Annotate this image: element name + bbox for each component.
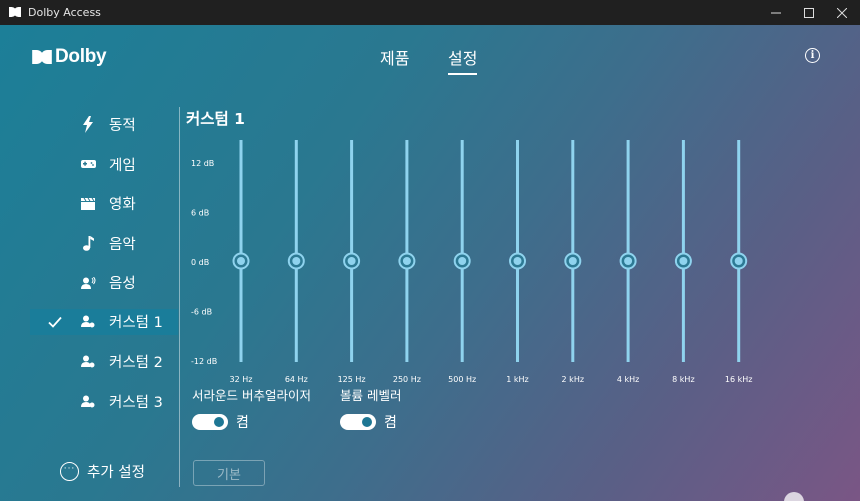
eq-slider-thumb-dot (347, 257, 356, 265)
eq-slider-thumb-dot (458, 257, 467, 265)
custom-profile-icon (80, 393, 96, 409)
eq-slider-thumb-dot (513, 257, 522, 265)
eq-frequency-label: 32 Hz (230, 375, 253, 384)
eq-frequency-label: 8 kHz (672, 375, 694, 384)
close-icon (837, 7, 847, 18)
brand-logo: Dolby (32, 46, 107, 68)
db-tick-label: 0 dB (191, 258, 209, 267)
music-note-icon (80, 235, 96, 251)
custom-profile-icon (80, 314, 96, 330)
eq-slider-thumb-dot (568, 257, 577, 265)
toggle-knob (362, 417, 372, 427)
sidebar-item-label: 게임 (109, 157, 136, 174)
sidebar-item-movie[interactable]: 영화 (30, 184, 178, 224)
eq-slider-thumb-dot (734, 257, 743, 265)
lightning-icon (80, 116, 96, 134)
volume-leveler-label: 볼륨 레벨러 (340, 388, 402, 403)
sidebar-item-label: 음악 (109, 236, 136, 253)
volume-leveler-toggle[interactable] (340, 414, 376, 430)
sidebar-item-label: 동적 (109, 118, 136, 135)
eq-frequency-label: 125 Hz (338, 375, 366, 384)
db-tick-label: 6 dB (191, 209, 209, 218)
maximize-icon (804, 7, 814, 18)
info-button[interactable]: i (805, 48, 820, 63)
eq-slider-thumb-dot (679, 257, 688, 265)
eq-frequency-label: 16 kHz (725, 375, 753, 384)
more-icon: ··· (60, 462, 79, 481)
volume-leveler-state: 켬 (384, 415, 397, 431)
voice-icon (80, 275, 96, 291)
eq-frequency-label: 64 Hz (285, 375, 308, 384)
surround-virtualizer-toggle[interactable] (192, 414, 228, 430)
eq-frequency-label: 250 Hz (393, 375, 421, 384)
sidebar-nav: 동적 게임 영화 음악 음성 커스텀 1 커스텀 2 커스텀 3 (30, 105, 178, 421)
info-icon: i (810, 50, 815, 61)
surround-virtualizer-label: 서라운드 버추얼라이저 (192, 388, 311, 403)
corner-button[interactable] (784, 492, 804, 501)
sidebar-item-label: 음성 (109, 276, 136, 293)
minimize-icon (771, 12, 781, 13)
reset-default-button[interactable]: 기본 (193, 460, 265, 486)
sidebar-item-voice[interactable]: 음성 (30, 263, 178, 303)
sidebar-item-dynamic[interactable]: 동적 (30, 105, 178, 145)
eq-slider-thumb-dot (624, 257, 633, 265)
eq-frequency-label: 2 kHz (562, 375, 584, 384)
equalizer-title: 커스텀 1 (186, 110, 245, 128)
maximize-button[interactable] (792, 0, 826, 25)
checkmark-icon (48, 316, 62, 328)
eq-slider-thumb-dot (292, 257, 301, 265)
sidebar-item-custom-1[interactable]: 커스텀 1 (30, 308, 178, 335)
window-title: Dolby Access (28, 6, 101, 19)
tab-settings[interactable]: 설정 (448, 45, 478, 75)
eq-frequency-label: 500 Hz (448, 375, 476, 384)
eq-slider-thumb-dot (402, 257, 411, 265)
db-tick-label: 12 dB (191, 159, 214, 168)
equalizer-graph: 12 dB 6 dB 0 dB -6 dB -12 dB 32 Hz 64 Hz 125 Hz… (191, 140, 753, 384)
title-bar: Dolby Access (0, 0, 860, 25)
sidebar-item-custom-3[interactable]: 커스텀 3 (30, 382, 178, 422)
surround-virtualizer-state: 켬 (236, 415, 249, 431)
minimize-button[interactable] (759, 0, 793, 25)
dolby-mark-icon (32, 50, 52, 64)
sidebar-item-music[interactable]: 음악 (30, 224, 178, 264)
toggle-knob (214, 417, 224, 427)
db-tick-label: -12 dB (191, 357, 217, 366)
sidebar-item-label: 커스텀 3 (109, 394, 163, 411)
sidebar-item-label: 커스텀 1 (109, 315, 163, 331)
tab-products[interactable]: 제품 (380, 45, 409, 73)
custom-profile-icon (80, 354, 96, 370)
close-button[interactable] (825, 0, 859, 25)
sidebar-item-label: 커스텀 2 (109, 355, 163, 372)
eq-frequency-label: 1 kHz (506, 375, 528, 384)
db-tick-label: -6 dB (191, 308, 212, 317)
more-settings-button[interactable]: ··· 추가 설정 (60, 461, 145, 482)
sidebar-item-custom-2[interactable]: 커스텀 2 (30, 342, 178, 382)
brand-name: Dolby (55, 46, 107, 67)
sidebar-item-game[interactable]: 게임 (30, 145, 178, 185)
dolby-logo-icon (9, 7, 21, 17)
more-settings-label: 추가 설정 (87, 465, 145, 481)
clapperboard-icon (80, 196, 96, 212)
app-content: Dolby 제품 설정 i 동적 게임 영화 음악 음성 커스텀 1 커스텀 2… (0, 25, 860, 501)
eq-slider-thumb-dot (237, 257, 245, 265)
sidebar-item-label: 영화 (109, 197, 136, 214)
gamepad-icon (80, 156, 96, 172)
eq-frequency-label: 4 kHz (617, 375, 639, 384)
